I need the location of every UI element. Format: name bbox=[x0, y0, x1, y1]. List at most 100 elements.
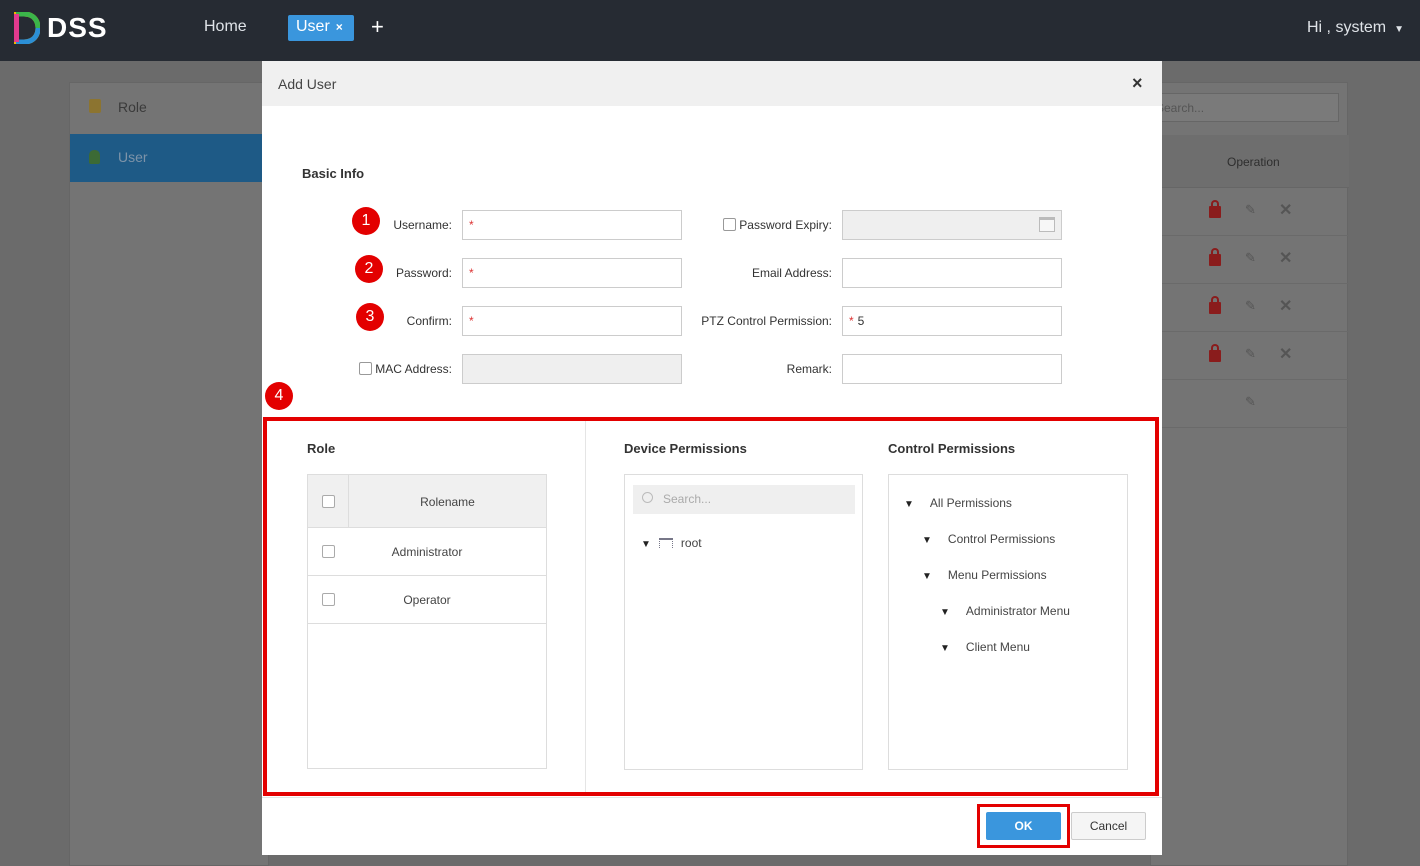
tree-node[interactable]: ▼ Administrator Menu bbox=[940, 604, 1070, 618]
menu-label: User bbox=[118, 149, 148, 165]
table-row: ✎ ✕ bbox=[1151, 284, 1349, 332]
greeting: Hi , system bbox=[1307, 19, 1387, 36]
delete-icon[interactable]: ✕ bbox=[1279, 200, 1292, 220]
caret-down-icon[interactable]: ▼ bbox=[641, 539, 651, 550]
password-label: Password: bbox=[395, 266, 452, 280]
edit-icon[interactable]: ✎ bbox=[1245, 250, 1256, 266]
device-permissions-heading: Device Permissions bbox=[624, 441, 747, 456]
operation-header: Operation bbox=[1227, 155, 1280, 169]
divider bbox=[262, 797, 1162, 798]
role-row[interactable]: Operator bbox=[308, 576, 546, 624]
mac-address-label: MAC Address: bbox=[252, 362, 452, 376]
table-row: ✎ bbox=[1151, 380, 1349, 428]
menu-label: Role bbox=[118, 99, 147, 115]
dialog-header: Add User bbox=[262, 61, 1162, 106]
tab-user[interactable]: User × bbox=[288, 15, 354, 41]
ptz-permission-label: PTZ Control Permission: bbox=[701, 314, 832, 328]
lock-icon bbox=[89, 99, 101, 113]
ptz-permission-input[interactable]: * 5 bbox=[842, 306, 1062, 336]
caret-down-icon[interactable]: ▼ bbox=[922, 571, 932, 582]
role-table: Rolename Administrator Operator bbox=[307, 474, 547, 769]
dss-logo-icon bbox=[14, 12, 40, 44]
tab-home[interactable]: Home bbox=[204, 18, 247, 36]
email-label: Email Address: bbox=[751, 266, 832, 280]
required-marker: * bbox=[469, 314, 474, 328]
caret-down-icon[interactable]: ▼ bbox=[904, 499, 914, 510]
tree-node-root[interactable]: ▼ root bbox=[641, 536, 702, 550]
user-icon bbox=[89, 150, 100, 164]
device-permissions-box: Search... ▼ root bbox=[624, 474, 863, 770]
close-tab-icon[interactable]: × bbox=[336, 20, 343, 34]
table-row: ✎ ✕ bbox=[1151, 236, 1349, 284]
password-expiry-text: Password Expiry: bbox=[739, 218, 832, 232]
lock-icon[interactable] bbox=[1209, 200, 1221, 218]
role-row[interactable]: Administrator bbox=[308, 528, 546, 576]
required-marker: * bbox=[469, 266, 474, 280]
role-checkbox[interactable] bbox=[322, 545, 335, 558]
edit-icon[interactable]: ✎ bbox=[1245, 298, 1256, 314]
user-list-panel: Search... Operation ✎ ✕ ✎ ✕ ✎ ✕ ✎ ✕ ✎ bbox=[1150, 82, 1349, 866]
role-name: Operator bbox=[403, 593, 451, 607]
tree-label: Client Menu bbox=[965, 640, 1030, 654]
mac-address-checkbox[interactable] bbox=[359, 362, 373, 375]
remark-label: Remark: bbox=[786, 362, 832, 376]
mac-label-text: MAC Address: bbox=[375, 362, 452, 376]
tree-label: Menu Permissions bbox=[947, 568, 1047, 582]
lock-icon[interactable] bbox=[1209, 344, 1221, 362]
delete-icon[interactable]: ✕ bbox=[1279, 344, 1292, 364]
cancel-button[interactable]: Cancel bbox=[1071, 812, 1146, 840]
role-checkbox[interactable] bbox=[322, 593, 335, 606]
caret-down-icon[interactable]: ▼ bbox=[922, 535, 932, 546]
search-icon bbox=[642, 492, 653, 503]
required-marker: * bbox=[469, 218, 474, 232]
remark-input[interactable] bbox=[842, 354, 1062, 384]
caret-down-icon[interactable]: ▼ bbox=[940, 607, 950, 618]
search-input[interactable]: Search... bbox=[1151, 93, 1339, 122]
role-table-header: Rolename bbox=[308, 475, 546, 528]
ok-button[interactable]: OK bbox=[986, 812, 1061, 840]
confirm-label: Confirm: bbox=[406, 314, 452, 328]
tree-label: All Permissions bbox=[929, 496, 1012, 510]
lock-icon[interactable] bbox=[1209, 296, 1221, 314]
top-bar: DSS Home User × + Hi , system ▼ bbox=[0, 0, 1420, 61]
tab-user-label: User bbox=[296, 18, 330, 35]
edit-icon[interactable]: ✎ bbox=[1245, 394, 1256, 410]
divider bbox=[585, 421, 586, 792]
basic-info-heading: Basic Info bbox=[302, 166, 365, 181]
marker-4: 4 bbox=[265, 382, 293, 410]
role-name: Administrator bbox=[391, 545, 463, 559]
rolename-header: Rolename bbox=[420, 495, 475, 509]
delete-icon[interactable]: ✕ bbox=[1279, 248, 1292, 268]
control-permissions-box: ▼ All Permissions ▼ Control Permissions ▼ M… bbox=[888, 474, 1128, 770]
select-all-checkbox[interactable] bbox=[322, 495, 335, 508]
device-search-input[interactable]: Search... bbox=[633, 485, 855, 514]
left-menu: Role User bbox=[69, 82, 270, 866]
tree-label: Administrator Menu bbox=[965, 604, 1070, 618]
user-menu[interactable]: Hi , system ▼ bbox=[1307, 19, 1404, 37]
password-expiry-checkbox[interactable] bbox=[723, 218, 737, 231]
brand-name: DSS bbox=[47, 12, 108, 43]
menu-item-user[interactable]: User bbox=[70, 134, 270, 182]
edit-icon[interactable]: ✎ bbox=[1245, 202, 1256, 218]
table-header: Operation bbox=[1151, 135, 1349, 188]
caret-down-icon[interactable]: ▼ bbox=[940, 643, 950, 654]
add-tab-button[interactable]: + bbox=[371, 14, 384, 40]
delete-icon[interactable]: ✕ bbox=[1279, 296, 1292, 316]
lock-icon[interactable] bbox=[1209, 248, 1221, 266]
tree-node[interactable]: ▼ Client Menu bbox=[940, 640, 1030, 654]
tree-node[interactable]: ▼ Menu Permissions bbox=[922, 568, 1047, 582]
edit-icon[interactable]: ✎ bbox=[1245, 346, 1256, 362]
email-input[interactable] bbox=[842, 258, 1062, 288]
calendar-icon[interactable] bbox=[1039, 217, 1055, 232]
add-user-dialog: Add User × Basic Info 1 2 3 4 Username: … bbox=[262, 61, 1162, 855]
password-expiry-input[interactable] bbox=[842, 210, 1062, 240]
tree-node[interactable]: ▼ All Permissions bbox=[904, 496, 1012, 510]
role-heading: Role bbox=[307, 441, 336, 456]
dialog-title: Add User bbox=[278, 76, 337, 92]
organization-icon bbox=[658, 538, 673, 548]
tree-node[interactable]: ▼ Control Permissions bbox=[922, 532, 1055, 546]
control-permissions-heading: Control Permissions bbox=[888, 441, 1016, 456]
ptz-value: 5 bbox=[857, 314, 865, 328]
close-icon[interactable]: × bbox=[1132, 73, 1143, 94]
menu-item-role[interactable]: Role bbox=[70, 84, 270, 132]
